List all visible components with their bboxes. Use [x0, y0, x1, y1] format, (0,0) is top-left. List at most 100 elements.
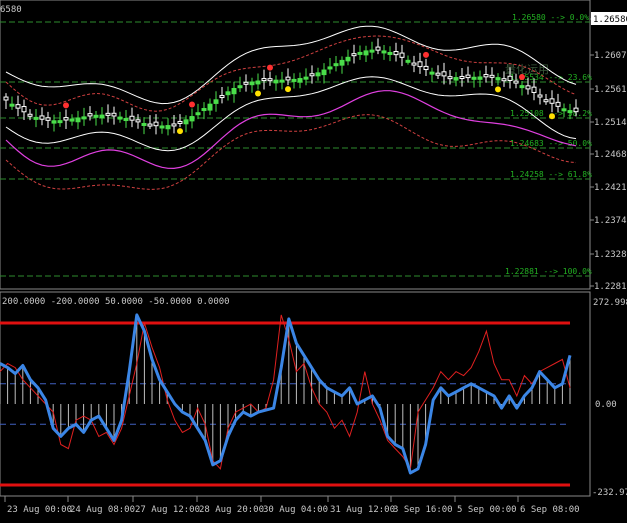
candle-body[interactable]	[81, 116, 87, 120]
candle-body[interactable]	[321, 69, 327, 76]
candle-body[interactable]	[45, 117, 51, 121]
time-axis[interactable]: 23 Aug 00:0024 Aug 08:00 27 Aug 12:0028 A…	[4, 496, 580, 515]
candle-body[interactable]	[105, 112, 111, 116]
main-panel[interactable]	[0, 0, 591, 290]
candle-body[interactable]	[357, 51, 363, 55]
candle-body[interactable]	[291, 78, 297, 82]
candle-body[interactable]	[231, 87, 237, 95]
candle-body[interactable]	[351, 53, 357, 57]
candle-body[interactable]	[573, 107, 579, 113]
candle-body[interactable]	[177, 120, 183, 124]
candle-body[interactable]	[51, 120, 57, 124]
candle-body[interactable]	[273, 79, 279, 84]
candle-body[interactable]	[87, 113, 93, 117]
candle-body[interactable]	[423, 65, 429, 71]
candle-body[interactable]	[441, 71, 447, 77]
candle-body[interactable]	[327, 66, 333, 70]
candle-body[interactable]	[477, 76, 483, 80]
candle-body[interactable]	[417, 61, 423, 68]
candle-body[interactable]	[549, 98, 555, 104]
candle-body[interactable]	[255, 80, 261, 85]
candle-body[interactable]	[297, 78, 303, 83]
candle-body[interactable]	[393, 51, 399, 56]
candle-body[interactable]	[201, 108, 207, 112]
candle-body[interactable]	[183, 119, 189, 125]
candle-body[interactable]	[63, 117, 69, 121]
candle-body[interactable]	[345, 56, 351, 62]
candle-body[interactable]	[543, 99, 549, 103]
candle-body[interactable]	[219, 95, 225, 99]
candle-body[interactable]	[537, 94, 543, 98]
candle-body[interactable]	[531, 86, 537, 93]
candle-body[interactable]	[471, 76, 477, 80]
candle-body[interactable]	[381, 50, 387, 54]
candle-body[interactable]	[9, 103, 15, 107]
candle-body[interactable]	[513, 80, 519, 84]
candle-body[interactable]	[69, 118, 75, 122]
candle-body[interactable]	[447, 76, 453, 80]
candle-body[interactable]	[3, 96, 9, 101]
candle-body[interactable]	[39, 115, 45, 120]
candle-body[interactable]	[339, 59, 345, 66]
candle-body[interactable]	[195, 112, 201, 116]
candle-body[interactable]	[453, 77, 459, 81]
candle-body[interactable]	[363, 50, 369, 56]
candle-body[interactable]	[483, 74, 489, 78]
candle-body[interactable]	[153, 121, 159, 127]
candle-body[interactable]	[75, 117, 81, 123]
chart-svg[interactable]: 1.26580 --> 0.0%1.25534 --> 23.6%1.25108…	[0, 0, 627, 519]
candle-body[interactable]	[15, 104, 21, 109]
candle-body[interactable]	[57, 120, 63, 124]
candle-body[interactable]	[435, 72, 441, 76]
candle-body[interactable]	[159, 125, 165, 129]
candle-body[interactable]	[411, 62, 417, 66]
candle-body[interactable]	[21, 106, 27, 113]
candle-body[interactable]	[99, 114, 105, 119]
candle-body[interactable]	[519, 85, 525, 89]
candle-body[interactable]	[93, 114, 99, 118]
candle-body[interactable]	[525, 85, 531, 90]
candle-body[interactable]	[111, 112, 117, 117]
candle-body[interactable]	[135, 119, 141, 123]
candle-body[interactable]	[237, 85, 243, 89]
candle-body[interactable]	[33, 116, 39, 120]
candle-body[interactable]	[165, 125, 171, 130]
candle-body[interactable]	[465, 74, 471, 79]
trading-terminal-chart[interactable]: 1.26580 --> 0.0% 1.25534 --> 23.6% 1.25108…	[0, 0, 627, 519]
candle-body[interactable]	[459, 75, 465, 79]
candle-body[interactable]	[141, 122, 147, 126]
candle-body[interactable]	[495, 77, 501, 81]
candle-body[interactable]	[333, 63, 339, 67]
candle-body[interactable]	[555, 101, 561, 107]
candle-body[interactable]	[243, 81, 249, 85]
candle-body[interactable]	[303, 76, 309, 80]
candle-body[interactable]	[279, 79, 285, 83]
candle-body[interactable]	[561, 108, 567, 112]
candle-body[interactable]	[207, 103, 213, 111]
candle-body[interactable]	[567, 110, 573, 114]
candle-body[interactable]	[369, 49, 375, 53]
candle-body[interactable]	[387, 51, 393, 55]
candle-body[interactable]	[489, 74, 495, 78]
candle-body[interactable]	[117, 116, 123, 120]
candle-body[interactable]	[285, 76, 291, 81]
candle-body[interactable]	[261, 78, 267, 82]
candle-body[interactable]	[399, 52, 405, 58]
candle-body[interactable]	[27, 113, 33, 117]
candle-body[interactable]	[225, 91, 231, 96]
candle-body[interactable]	[189, 116, 195, 122]
candle-body[interactable]	[507, 75, 513, 81]
candle-body[interactable]	[147, 123, 153, 127]
candle-body[interactable]	[429, 71, 435, 75]
candle-body[interactable]	[249, 81, 255, 86]
candle-body[interactable]	[129, 115, 135, 121]
candle-body[interactable]	[171, 123, 177, 127]
candle-body[interactable]	[375, 46, 381, 51]
candle-body[interactable]	[501, 78, 507, 82]
candle-body[interactable]	[309, 73, 315, 77]
candle-body[interactable]	[267, 78, 273, 82]
candle-body[interactable]	[405, 59, 411, 63]
candle-body[interactable]	[213, 99, 219, 104]
candle-body[interactable]	[123, 118, 129, 122]
candle-body[interactable]	[315, 72, 321, 77]
